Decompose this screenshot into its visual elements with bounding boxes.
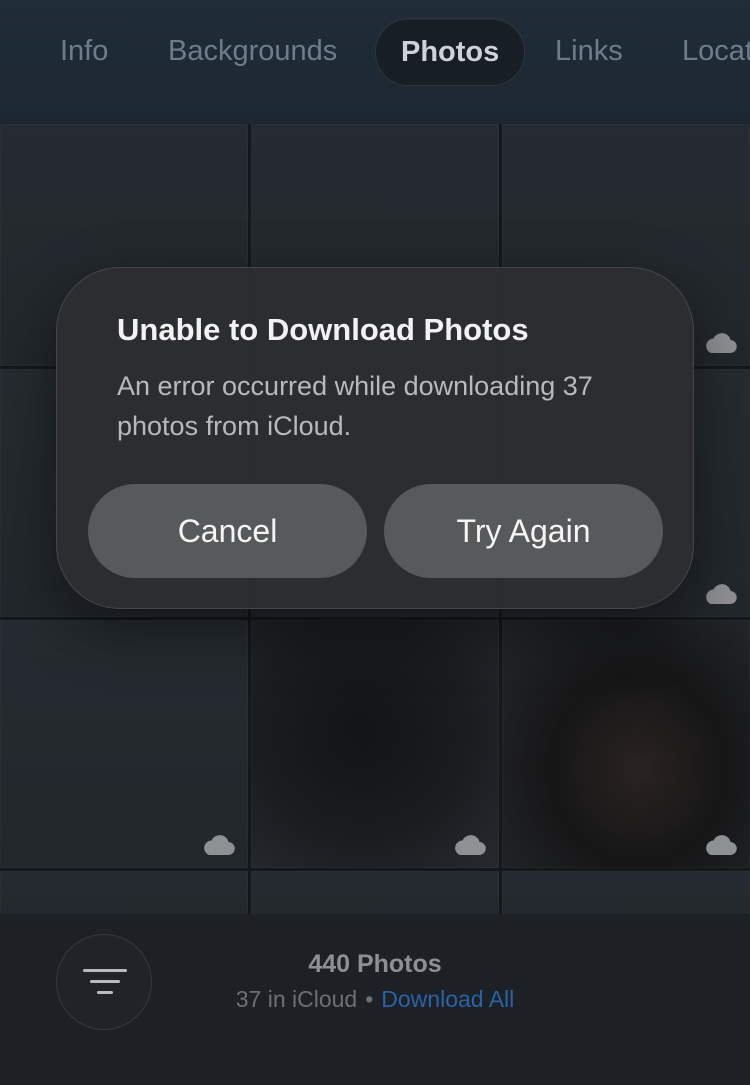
filter-button[interactable] xyxy=(56,934,152,1030)
icloud-cloud-icon xyxy=(706,835,737,856)
photos-screen: Info Backgrounds Photos Links Location xyxy=(0,0,750,1085)
icloud-cloud-icon xyxy=(455,835,486,856)
photo-thumbnail[interactable] xyxy=(502,871,750,914)
try-again-button[interactable]: Try Again xyxy=(384,484,663,578)
photo-thumbnail[interactable] xyxy=(0,871,248,914)
tab-info[interactable]: Info xyxy=(60,18,108,84)
icloud-count: 37 in iCloud xyxy=(235,986,358,1012)
download-all-link[interactable]: Download All xyxy=(381,986,514,1012)
icloud-cloud-icon xyxy=(706,584,737,605)
icloud-cloud-icon xyxy=(706,333,737,354)
separator-dot: • xyxy=(365,986,374,1012)
photo-thumbnail[interactable] xyxy=(0,620,248,868)
tab-location[interactable]: Location xyxy=(682,18,750,84)
photo-count: 440 Photos xyxy=(308,950,442,978)
alert-message: An error occurred while downloading 37 p… xyxy=(117,371,593,441)
photo-thumbnail[interactable] xyxy=(251,620,499,868)
cancel-button[interactable]: Cancel xyxy=(88,484,367,578)
photo-thumbnail[interactable] xyxy=(251,871,499,914)
download-error-alert: Unable to Download Photos An error occur… xyxy=(56,267,694,609)
tab-backgrounds[interactable]: Backgrounds xyxy=(168,18,337,84)
icloud-status: 37 in iCloud • Download All xyxy=(0,986,750,1013)
photo-thumbnail[interactable] xyxy=(502,620,750,868)
bottom-toolbar: 440 Photos 37 in iCloud • Download All xyxy=(0,914,750,1085)
tab-bar: Info Backgrounds Photos Links Location xyxy=(0,0,750,124)
alert-title: Unable to Download Photos xyxy=(117,312,529,347)
tab-links[interactable]: Links xyxy=(555,18,623,84)
tab-photos[interactable]: Photos xyxy=(375,18,526,86)
icloud-cloud-icon xyxy=(204,835,235,856)
